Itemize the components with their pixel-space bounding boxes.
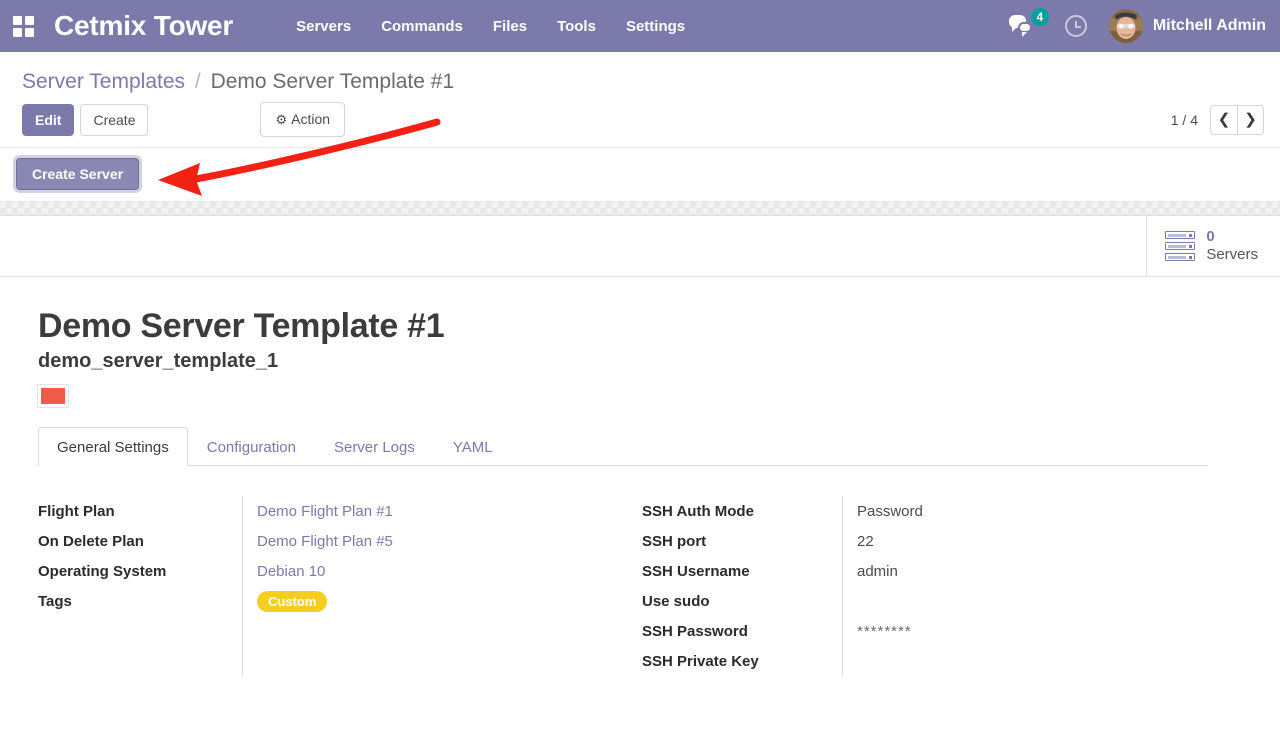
nav-item-files[interactable]: Files [493,18,527,35]
messages-button[interactable]: 4 [1008,8,1049,39]
server-rack-icon [1165,231,1196,261]
right-field-values: Password 22 admin ******** [842,496,1238,676]
breadcrumb-parent-link[interactable]: Server Templates [22,70,185,93]
create-button[interactable]: Create [80,103,149,136]
pager-count: 1 / 4 [1170,111,1198,128]
label-ssh-private-key: SSH Private Key [642,652,759,670]
label-ssh-auth-mode: SSH Auth Mode [642,502,754,520]
page-title: Demo Server Template #1 [38,307,445,345]
label-on-delete-plan: On Delete Plan [38,532,144,550]
breadcrumb-separator: / [194,70,201,93]
apps-menu-button[interactable] [6,9,40,43]
value-tag-custom[interactable]: Custom [257,590,328,612]
form-column-right: SSH Auth Mode SSH port SSH Username Use … [638,496,1238,676]
user-menu[interactable]: Mitchell Admin [1108,9,1266,43]
label-ssh-port: SSH port [642,532,707,550]
main-nav: Servers Commands Files Tools Settings [296,18,685,35]
label-use-sudo: Use sudo [642,592,710,610]
value-ssh-password[interactable]: ******** [857,623,912,640]
value-ssh-port[interactable]: 22 [857,533,874,550]
label-tags: Tags [38,592,72,610]
form-column-left: Flight Plan On Delete Plan Operating Sys… [38,496,638,676]
pager-buttons: ❮ ❯ [1210,104,1264,135]
chat-bubble-secondary-icon [1017,22,1032,37]
nav-item-servers[interactable]: Servers [296,18,351,35]
apps-grid-icon [12,15,34,37]
avatar [1108,9,1143,43]
stat-button-servers[interactable]: 0 Servers [1146,216,1280,276]
left-field-labels: Flight Plan On Delete Plan Operating Sys… [38,496,242,676]
stat-button-label: Servers [1206,246,1258,263]
action-button-label: Action [291,111,331,127]
record-sheet: Demo Server Template #1 demo_server_temp… [0,277,1280,676]
breadcrumb: Server Templates / Demo Server Template … [0,52,1280,94]
pager-previous-button[interactable]: ❮ [1210,104,1237,135]
right-field-labels: SSH Auth Mode SSH port SSH Username Use … [638,496,842,676]
color-swatch[interactable] [37,384,69,408]
stat-button-text: 0 Servers [1206,228,1258,265]
left-field-values: Demo Flight Plan #1 Demo Flight Plan #5 … [242,496,638,676]
activity-clock-icon[interactable] [1064,15,1087,37]
navbar-right-group: 4 Mitchell Admin [1008,8,1266,43]
edit-button[interactable]: Edit [22,103,75,136]
pager: 1 / 4 ❮ ❯ [1170,104,1264,135]
label-ssh-username: SSH Username [642,562,750,580]
form-columns: Flight Plan On Delete Plan Operating Sys… [38,466,1244,676]
stat-buttons-bar: 0 Servers [0,216,1280,277]
top-navbar: Cetmix Tower Servers Commands Files Tool… [0,0,1280,52]
label-flight-plan: Flight Plan [38,502,115,520]
user-name: Mitchell Admin [1152,17,1266,34]
value-flight-plan[interactable]: Demo Flight Plan #1 [257,503,393,520]
label-ssh-password: SSH Password [642,622,748,640]
tab-configuration[interactable]: Configuration [188,427,315,466]
gear-icon: ⚙ [275,112,288,127]
value-ssh-auth-mode[interactable]: Password [857,503,923,520]
tab-general-settings[interactable]: General Settings [38,427,188,466]
record-toolbar: Edit Create ⚙ Action 1 / 4 ❮ ❯ [0,94,1280,148]
nav-item-tools[interactable]: Tools [557,18,596,35]
tab-yaml[interactable]: YAML [434,427,512,466]
record-technical-name: demo_server_template_1 [38,350,279,372]
notebook-tabs: General Settings Configuration Server Lo… [38,427,1208,466]
brand-title[interactable]: Cetmix Tower [54,10,233,42]
sheet-top-divider [0,202,1280,216]
value-operating-system[interactable]: Debian 10 [257,563,325,580]
record-action-bar: Create Server [0,148,1280,202]
tab-server-logs[interactable]: Server Logs [315,427,434,466]
messages-count-badge: 4 [1030,8,1049,26]
nav-item-commands[interactable]: Commands [381,18,463,35]
stat-button-value: 0 [1206,227,1215,245]
pager-next-button[interactable]: ❯ [1237,104,1264,135]
action-button[interactable]: ⚙ Action [260,102,346,137]
create-server-button[interactable]: Create Server [16,158,140,190]
breadcrumb-current: Demo Server Template #1 [210,70,455,93]
value-on-delete-plan[interactable]: Demo Flight Plan #5 [257,533,393,550]
value-ssh-username[interactable]: admin [857,563,898,580]
label-operating-system: Operating System [38,562,167,580]
nav-item-settings[interactable]: Settings [626,18,685,35]
